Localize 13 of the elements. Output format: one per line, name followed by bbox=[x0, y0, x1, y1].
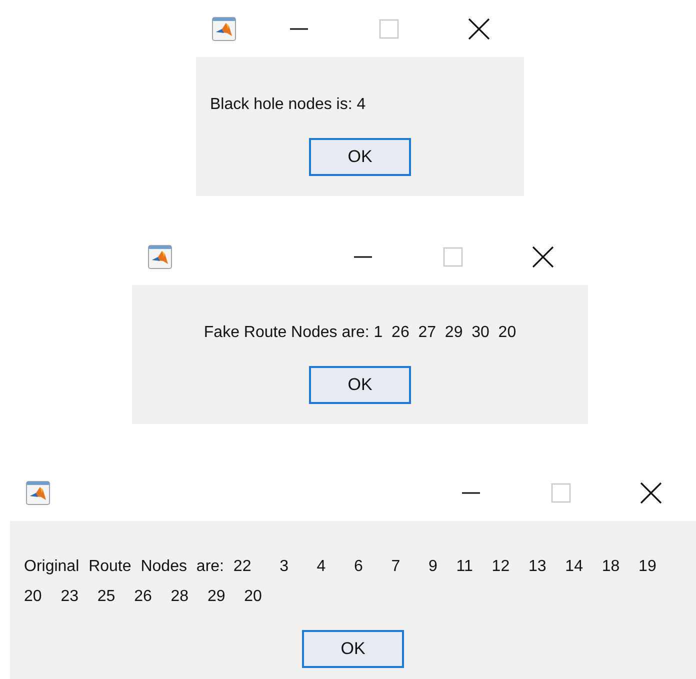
message-text: 20 23 25 26 28 29 20 bbox=[24, 587, 263, 607]
close-icon[interactable] bbox=[532, 246, 554, 268]
ok-button[interactable]: OK bbox=[302, 630, 404, 668]
app-icon bbox=[26, 480, 50, 504]
close-icon[interactable] bbox=[468, 18, 490, 40]
message-text: Black hole nodes is: 4 bbox=[210, 95, 366, 115]
ok-button[interactable]: OK bbox=[309, 366, 411, 404]
message-text: Fake Route Nodes are: 1 26 27 29 30 20 bbox=[204, 323, 516, 343]
app-icon bbox=[148, 244, 172, 268]
app-icon bbox=[212, 16, 236, 40]
close-icon[interactable] bbox=[640, 482, 662, 504]
message-text: Original Route Nodes are: 22 3 4 6 7 9 11 12 13 14 18 19 bbox=[24, 557, 656, 577]
ok-button[interactable]: OK bbox=[309, 138, 411, 176]
